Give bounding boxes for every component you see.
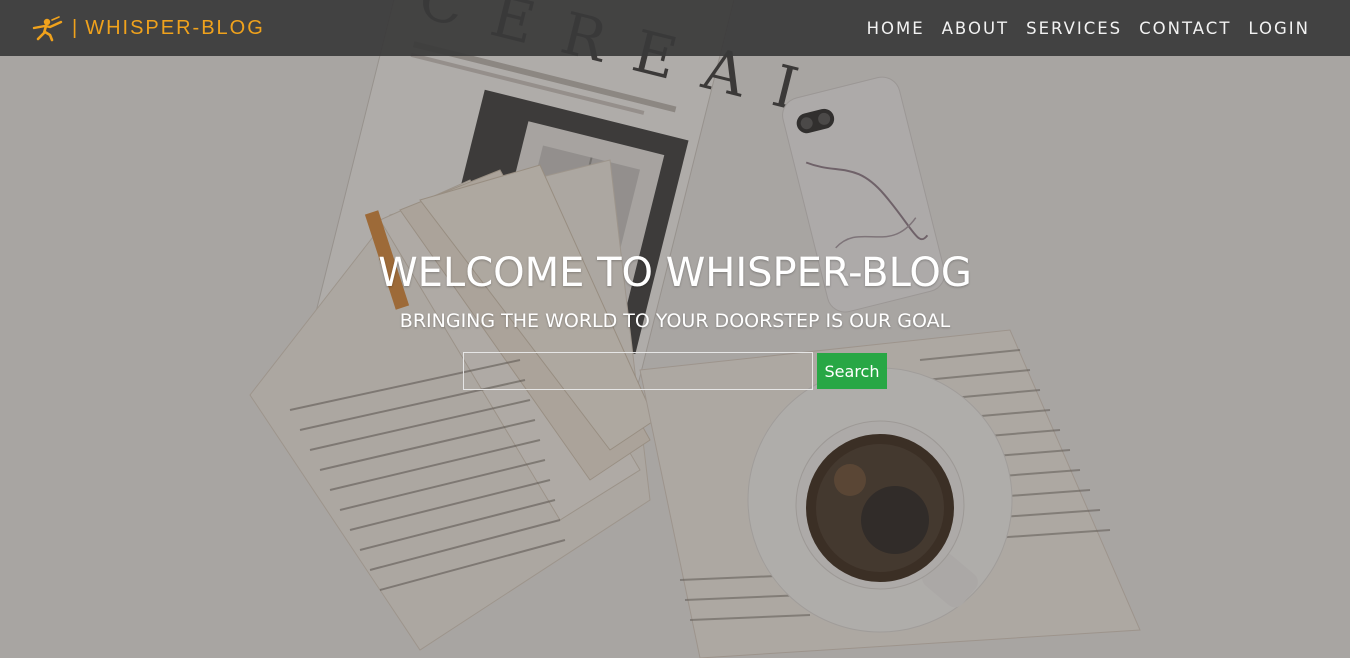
page: CEREAL | WHISPER-BLOG HOME ABOUT SERVICE… bbox=[0, 0, 1350, 658]
nav-link-home[interactable]: HOME bbox=[867, 19, 925, 38]
hero-subtitle: BRINGING THE WORLD TO YOUR DOORSTEP IS O… bbox=[399, 310, 951, 332]
navbar: | WHISPER-BLOG HOME ABOUT SERVICES CONTA… bbox=[0, 0, 1350, 56]
hero-content: WELCOME TO WHISPER-BLOG BRINGING THE WOR… bbox=[0, 0, 1350, 658]
brand-name: WHISPER-BLOG bbox=[85, 16, 265, 39]
search-form: Search bbox=[463, 352, 887, 390]
nav-link-contact[interactable]: CONTACT bbox=[1139, 19, 1231, 38]
nav-link-services[interactable]: SERVICES bbox=[1026, 19, 1122, 38]
nav-link-about[interactable]: ABOUT bbox=[942, 19, 1009, 38]
ninja-figure-icon bbox=[32, 16, 63, 42]
search-input[interactable] bbox=[463, 352, 813, 390]
brand-link[interactable]: | WHISPER-BLOG bbox=[30, 14, 265, 42]
search-button[interactable]: Search bbox=[817, 353, 887, 389]
nav-links: HOME ABOUT SERVICES CONTACT LOGIN bbox=[850, 19, 1310, 38]
hero-title: WELCOME TO WHISPER-BLOG bbox=[378, 250, 972, 296]
brand-separator: | bbox=[72, 16, 78, 39]
nav-link-login[interactable]: LOGIN bbox=[1248, 19, 1310, 38]
